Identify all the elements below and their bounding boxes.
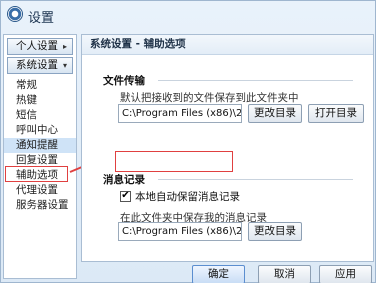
section-divider [158, 80, 353, 81]
sidebar-item-general[interactable]: 常规 [4, 78, 76, 93]
sidebar-item-server[interactable]: 服务器设置 [4, 198, 76, 213]
sidebar-item-proxy[interactable]: 代理设置 [4, 183, 76, 198]
sidebar-item-call-center[interactable]: 呼叫中心 [4, 123, 76, 138]
section-title-file-transfer: 文件传输 [103, 75, 145, 87]
annotation-highlight-box [5, 166, 68, 182]
message-record-checkbox-row[interactable]: ✔ 本地自动保留消息记录 [120, 187, 240, 205]
chevron-down-icon: ▾ [62, 61, 67, 70]
group-personal-settings[interactable]: 个人设置 ▸ [7, 38, 73, 55]
file-transfer-path-input[interactable] [118, 104, 242, 123]
ok-button[interactable]: 确定 [192, 265, 245, 283]
annotation-checkbox-highlight [115, 151, 233, 172]
sidebar-item-sms[interactable]: 短信 [4, 108, 76, 123]
apply-button[interactable]: 应用 [319, 265, 372, 283]
sidebar-item-hotkeys[interactable]: 热键 [4, 93, 76, 108]
settings-panel: 系统设置 - 辅助选项 文件传输 默认把接收到的文件保存到此文件夹中 更改目录 … [81, 34, 374, 262]
window-title: 设置 [28, 11, 55, 26]
group-personal-label: 个人设置 [16, 40, 58, 52]
file-transfer-open-dir-button[interactable]: 打开目录 [308, 104, 364, 123]
app-logo-icon [7, 6, 23, 22]
title-bar: 设置 [1, 1, 375, 29]
group-system-settings[interactable]: 系统设置 ▾ [7, 57, 73, 74]
group-system-label: 系统设置 [16, 59, 58, 71]
page-title: 系统设置 - 辅助选项 [82, 35, 373, 55]
section-title-message-record: 消息记录 [103, 174, 145, 186]
settings-window: 设置 个人设置 ▸ 系统设置 ▾ 常规 热键 短信 呼叫中心 通知提醒 回复设置… [0, 0, 376, 283]
cancel-button[interactable]: 取消 [258, 265, 311, 283]
message-record-path-input[interactable] [118, 222, 242, 241]
message-record-change-dir-button[interactable]: 更改目录 [248, 222, 302, 241]
file-transfer-description: 默认把接收到的文件保存到此文件夹中 [120, 92, 299, 104]
message-record-checkbox-label: 本地自动保留消息记录 [135, 190, 240, 203]
message-record-checkbox[interactable]: ✔ [120, 190, 131, 202]
section-divider [158, 179, 353, 180]
chevron-right-icon: ▸ [62, 42, 67, 51]
file-transfer-change-dir-button[interactable]: 更改目录 [248, 104, 302, 123]
